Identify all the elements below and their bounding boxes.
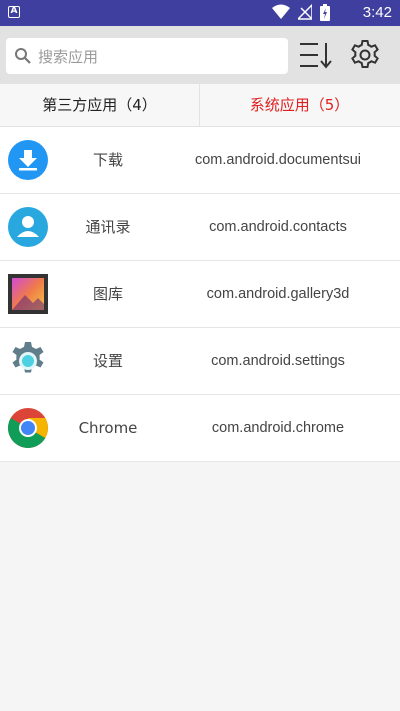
- app-package: com.android.settings: [211, 353, 345, 369]
- list-item[interactable]: Chrome com.android.chrome: [0, 395, 400, 462]
- list-item[interactable]: 下载 com.android.documentsui: [0, 127, 400, 194]
- app-name: Chrome: [78, 419, 138, 437]
- list-item[interactable]: 设置 com.android.settings: [0, 328, 400, 395]
- battery-icon: [320, 4, 330, 21]
- tab-third-party-apps[interactable]: 第三方应用（4）: [0, 84, 200, 126]
- app-name: 设置: [92, 352, 123, 370]
- app-notification-icon: A: [8, 6, 20, 18]
- settings-app-icon: [12, 342, 44, 373]
- app-name: 图库: [92, 285, 123, 303]
- gallery-icon: [8, 274, 48, 314]
- tab-system-apps[interactable]: 系统应用（5）: [200, 84, 399, 126]
- toolbar: [0, 26, 400, 84]
- list-item[interactable]: 图库 com.android.gallery3d: [0, 261, 400, 328]
- app-name: 通讯录: [85, 218, 131, 236]
- search-box[interactable]: [6, 38, 288, 74]
- app-package: com.android.chrome: [211, 420, 345, 436]
- status-bar: A 3:42: [0, 0, 400, 26]
- sort-lines-icon: [300, 43, 332, 69]
- tab-bar: 第三方应用（4） 系统应用（5）: [0, 84, 400, 127]
- search-icon: [15, 48, 31, 64]
- search-input[interactable]: [36, 43, 280, 71]
- app-list: 下载 com.android.documentsui 通讯录 com.andro…: [0, 127, 400, 462]
- download-icon: [8, 140, 48, 180]
- status-time: 3:42: [362, 4, 392, 21]
- signal-icon: [298, 4, 312, 20]
- list-item[interactable]: 通讯录 com.android.contacts: [0, 194, 400, 261]
- settings-button[interactable]: [349, 39, 381, 71]
- contacts-icon: [8, 207, 48, 247]
- chrome-icon: [8, 408, 48, 448]
- app-package: com.android.contacts: [209, 219, 347, 235]
- sort-button[interactable]: [298, 40, 332, 70]
- gear-icon: [351, 40, 379, 68]
- app-name: 下载: [92, 151, 123, 169]
- system-icons: [272, 4, 330, 21]
- app-package: com.android.gallery3d: [206, 286, 350, 302]
- wifi-icon: [272, 4, 290, 19]
- app-package: com.android.documentsui: [194, 152, 362, 168]
